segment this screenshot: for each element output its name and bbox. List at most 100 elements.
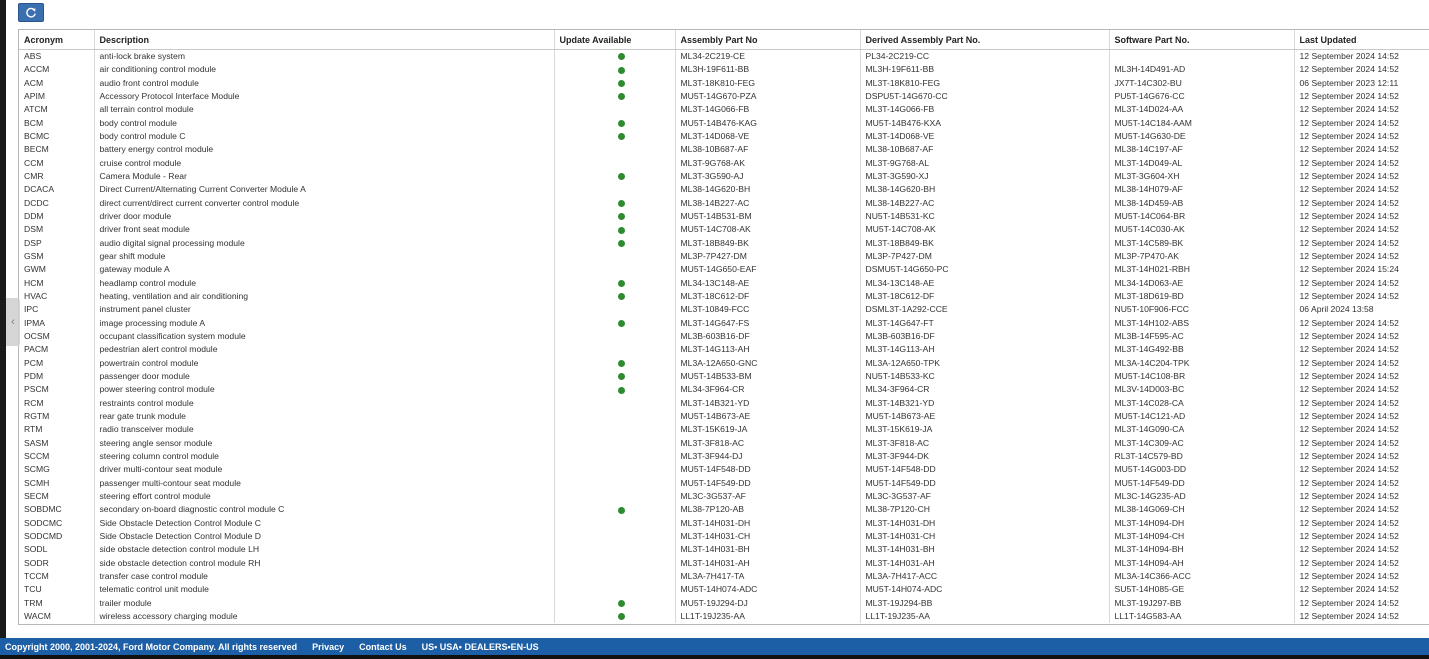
cell-assembly-part-no: ML3T-10849-FCC	[674, 303, 860, 317]
table-row[interactable]: PDM passenger door module MU5T-14B533-BM NU…	[19, 369, 1429, 384]
cell-last-updated: 12 September 2024 14:52	[1293, 103, 1429, 117]
cell-description: secondary on-board diagnostic control mo…	[93, 503, 554, 517]
cell-description: occupant classification system module	[93, 329, 554, 344]
cell-derived-assembly-part-no: DSPU5T-14G670-CC	[859, 89, 1109, 104]
cell-derived-assembly-part-no: MU5T-14B673-AE	[859, 409, 1109, 424]
table-row[interactable]: SODCMD Side Obstacle Detection Control Mo…	[19, 529, 1429, 544]
cell-description: restraints control module	[93, 396, 554, 410]
table-row[interactable]: BCMC body control module C ML3T-14D068-VE M…	[19, 129, 1429, 144]
table-row[interactable]: PCM powertrain control module ML3A-12A650-…	[19, 356, 1429, 370]
cell-software-part-no: ML38-14H079-AF	[1108, 183, 1294, 197]
table-row[interactable]: DCACA Direct Current/Alternating Current …	[19, 183, 1429, 197]
table-row[interactable]: DDM driver door module MU5T-14B531-BM NU5T-…	[19, 209, 1429, 224]
cell-assembly-part-no: ML34-3F964-CR	[674, 383, 860, 397]
table-row[interactable]: HVAC heating, ventilation and air conditi…	[19, 289, 1429, 304]
cell-software-part-no: ML3T-14H094-CH	[1108, 529, 1294, 544]
table-row[interactable]: DCDC direct current/direct current conver…	[19, 196, 1429, 210]
cell-derived-assembly-part-no: ML3T-3F818-AC	[859, 436, 1109, 450]
table-row[interactable]: PSCM power steering control module ML34-3F…	[19, 383, 1429, 397]
table-row[interactable]: PACM pedestrian alert control module ML3T-…	[19, 343, 1429, 357]
table-row[interactable]: OCSM occupant classification system modul…	[19, 329, 1429, 344]
column-header-derived-assembly-part-no[interactable]: Derived Assembly Part No.	[859, 30, 1109, 50]
column-header-software-part-no[interactable]: Software Part No.	[1108, 30, 1294, 50]
table-row[interactable]: IPMA image processing module A ML3T-14G647…	[19, 316, 1429, 330]
table-row[interactable]: HCM headlamp control module ML34-13C148-AE…	[19, 276, 1429, 290]
table-row[interactable]: SCMH passenger multi-contour seat module M…	[19, 476, 1429, 490]
table-row[interactable]: RCM restraints control module ML3T-14B321-…	[19, 396, 1429, 410]
table-row[interactable]: TCU telematic control unit module MU5T-14H…	[19, 583, 1429, 597]
table-row[interactable]: TCCM transfer case control module ML3A-7H4…	[19, 569, 1429, 584]
cell-last-updated: 12 September 2024 14:52	[1293, 423, 1429, 437]
cell-last-updated: 12 September 2024 14:52	[1293, 116, 1429, 130]
cell-acronym: SODCMD	[24, 530, 63, 541]
side-panel-toggle[interactable]: ‹	[6, 298, 20, 346]
contact-us-link[interactable]: Contact Us	[359, 642, 407, 652]
table-row[interactable]: SODR side obstacle detection control modu…	[19, 556, 1429, 570]
cell-software-part-no: ML34-14D063-AE	[1108, 276, 1294, 290]
column-header-last-updated[interactable]: Last Updated	[1293, 30, 1429, 50]
table-row[interactable]: SCMG driver multi-contour seat module MU5T…	[19, 463, 1429, 477]
cell-update-available	[553, 503, 675, 517]
cell-acronym: APIM	[24, 91, 46, 102]
cell-derived-assembly-part-no: ML3T-14H031-AH	[859, 556, 1109, 570]
cell-derived-assembly-part-no: ML34-3F964-CR	[859, 383, 1109, 397]
table-row[interactable]: SOBDMC secondary on-board diagnostic cont…	[19, 503, 1429, 517]
table-row[interactable]: GWM gateway module A MU5T-14G650-EAF DSMU5T…	[19, 263, 1429, 277]
privacy-link[interactable]: Privacy	[312, 642, 344, 652]
cell-acronym: ATCM	[24, 104, 48, 115]
cell-update-available	[553, 489, 675, 504]
cell-software-part-no: NU5T-10F906-FCC	[1108, 303, 1294, 317]
table-row[interactable]: RGTM rear gate trunk module MU5T-14B673-AE…	[19, 409, 1429, 424]
table-row[interactable]: ABS anti-lock brake system ML34-2C219-CE PL…	[19, 49, 1429, 64]
table-row[interactable]: BECM battery energy control module ML38-10…	[19, 143, 1429, 157]
column-header-update-available[interactable]: Update Available	[553, 30, 675, 50]
table-row[interactable]: SODL side obstacle detection control modu…	[19, 543, 1429, 557]
table-row[interactable]: RTM radio transceiver module ML3T-15K619-J…	[19, 423, 1429, 437]
table-row[interactable]: SASM steering angle sensor module ML3T-3F8…	[19, 436, 1429, 450]
cell-update-available	[553, 409, 675, 424]
cell-software-part-no: MU5T-14C030-AK	[1108, 223, 1294, 237]
cell-description: audio front control module	[93, 76, 554, 90]
table-row[interactable]: BCM body control module MU5T-14B476-KAG MU5…	[19, 116, 1429, 130]
cell-description: battery energy control module	[93, 143, 554, 157]
table-row[interactable]: GSM gear shift module ML3P-7P427-DM ML3P-7P…	[19, 249, 1429, 264]
column-header-assembly-part-no[interactable]: Assembly Part No	[674, 30, 860, 50]
cell-acronym: SODR	[24, 557, 49, 568]
cell-description: instrument panel cluster	[93, 303, 554, 317]
table-row[interactable]: CMR Camera Module - Rear ML3T-3G590-AJ ML3T…	[19, 169, 1429, 184]
update-available-dot-icon	[618, 319, 625, 327]
table-row[interactable]: ACCM air conditioning control module ML3H-…	[19, 63, 1429, 77]
column-header-acronym[interactable]: Acronym	[19, 30, 94, 50]
table-row[interactable]: DSP audio digital signal processing modul…	[19, 236, 1429, 250]
cell-last-updated: 12 September 2024 14:52	[1293, 569, 1429, 584]
cell-description: Direct Current/Alternating Current Conve…	[93, 183, 554, 197]
table-row[interactable]: WACM wireless accessory charging module LL…	[19, 609, 1429, 624]
cell-description: headlamp control module	[93, 276, 554, 290]
cell-acronym: IPC	[24, 304, 39, 315]
cell-assembly-part-no: MU5T-14F548-DD	[674, 463, 860, 477]
cell-last-updated: 12 September 2024 14:52	[1293, 343, 1429, 357]
refresh-button[interactable]	[18, 3, 44, 22]
cell-update-available	[553, 423, 675, 437]
table-row[interactable]: TRM trailer module MU5T-19J294-DJ ML3T-19J2…	[19, 596, 1429, 610]
table-row[interactable]: ATCM all terrain control module ML3T-14G06…	[19, 103, 1429, 117]
table-row[interactable]: APIM Accessory Protocol Interface Module M…	[19, 89, 1429, 104]
cell-last-updated: 12 September 2024 14:52	[1293, 543, 1429, 557]
table-row[interactable]: CCM cruise control module ML3T-9G768-AK ML3…	[19, 156, 1429, 170]
cell-software-part-no: ML3P-7P470-AK	[1108, 249, 1294, 264]
cell-acronym: TCU	[24, 584, 42, 595]
table-row[interactable]: SCCM steering column control module ML3T-3…	[19, 449, 1429, 464]
cell-software-part-no: ML3B-14F595-AC	[1108, 329, 1294, 344]
column-header-description[interactable]: Description	[93, 30, 554, 50]
table-row[interactable]: SODCMC Side Obstacle Detection Control Mo…	[19, 516, 1429, 530]
cell-assembly-part-no: MU5T-14B673-AE	[674, 409, 860, 424]
cell-last-updated: 12 September 2024 14:52	[1293, 209, 1429, 224]
table-row[interactable]: IPC instrument panel cluster ML3T-10849-FC…	[19, 303, 1429, 317]
cell-last-updated: 12 September 2024 14:52	[1293, 329, 1429, 344]
cell-last-updated: 12 September 2024 14:52	[1293, 449, 1429, 464]
table-row[interactable]: ACM audio front control module ML3T-18K810…	[19, 76, 1429, 90]
table-row[interactable]: DSM driver front seat module MU5T-14C708-A…	[19, 223, 1429, 237]
cell-description: power steering control module	[93, 383, 554, 397]
table-row[interactable]: SECM steering effort control module ML3C-3…	[19, 489, 1429, 504]
cell-assembly-part-no: MU5T-14G670-PZA	[674, 89, 860, 104]
